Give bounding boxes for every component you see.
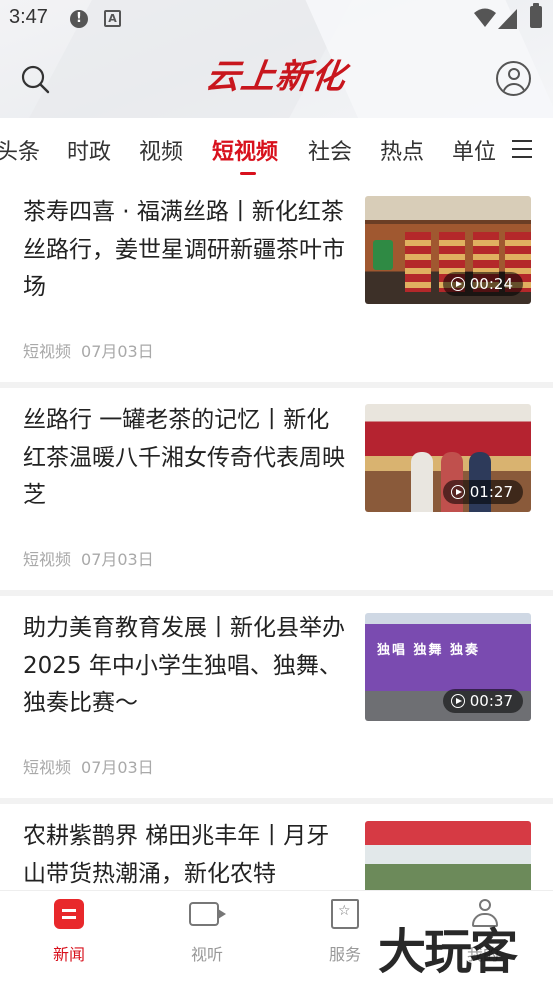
channel-menu-icon[interactable] bbox=[512, 140, 532, 158]
feed-item-source: 短视频 bbox=[23, 758, 72, 777]
watermark: 大玩客 bbox=[378, 924, 518, 980]
feed-item-date: 07月03日 bbox=[81, 342, 154, 361]
tab-hot[interactable]: 热点 bbox=[380, 134, 424, 166]
channel-tabs: 头条 时政 视频 短视频 社会 热点 单位 bbox=[0, 118, 553, 180]
feed-item-title: 助力美育教育发展丨新化县举办 2025 年中小学生独唱、独舞、独奏比赛～ bbox=[23, 615, 345, 716]
feed-item[interactable]: 助力美育教育发展丨新化县举办 2025 年中小学生独唱、独舞、独奏比赛～ 短视频… bbox=[0, 596, 553, 798]
bookmark-star-icon bbox=[331, 899, 359, 929]
signal-icon bbox=[498, 9, 517, 29]
search-icon[interactable] bbox=[20, 64, 50, 94]
status-bar: 3:47 ! A bbox=[0, 0, 553, 36]
feed-item-source: 短视频 bbox=[23, 550, 72, 569]
news-feed[interactable]: 茶寿四喜 · 福满丝路丨新化红茶丝路行，姜世星调研新疆茶叶市场 短视频 07月03… bbox=[0, 180, 553, 890]
tab-society[interactable]: 社会 bbox=[308, 134, 352, 166]
feed-item-title: 农耕紫鹊界 梯田兆丰年丨月牙山带货热潮涌，新化农特 bbox=[23, 823, 330, 887]
feed-item[interactable]: 农耕紫鹊界 梯田兆丰年丨月牙山带货热潮涌，新化农特 bbox=[0, 804, 553, 890]
video-duration: 00:24 bbox=[442, 272, 523, 296]
feed-item[interactable]: 丝路行 一罐老茶的记忆丨新化红茶温暖八千湘女传奇代表周映芝 短视频 07月03日 … bbox=[0, 388, 553, 590]
feed-item-title: 丝路行 一罐老茶的记忆丨新化红茶温暖八千湘女传奇代表周映芝 bbox=[23, 407, 345, 508]
profile-avatar-icon[interactable] bbox=[496, 61, 531, 96]
video-thumbnail[interactable]: 00:24 bbox=[365, 196, 531, 304]
feed-item[interactable]: 茶寿四喜 · 福满丝路丨新化红茶丝路行，姜世星调研新疆茶叶市场 短视频 07月03… bbox=[0, 180, 553, 382]
nav-audiovisual[interactable]: 视听 bbox=[138, 891, 276, 984]
feed-item-title: 茶寿四喜 · 福满丝路丨新化红茶丝路行，姜世星调研新疆茶叶市场 bbox=[23, 199, 345, 300]
active-tab-indicator bbox=[240, 172, 256, 175]
video-duration: 00:37 bbox=[442, 689, 523, 713]
tab-units[interactable]: 单位 bbox=[452, 134, 496, 166]
tab-video[interactable]: 视频 bbox=[139, 134, 183, 166]
video-camera-icon bbox=[189, 902, 226, 926]
video-thumbnail[interactable]: 01:27 bbox=[365, 404, 531, 512]
feed-item-meta: 短视频 07月03日 bbox=[23, 754, 154, 778]
nav-news[interactable]: 新闻 bbox=[0, 891, 138, 984]
wifi-icon bbox=[474, 8, 496, 27]
video-thumbnail[interactable]: 独唱 独舞 独奏 00:37 bbox=[365, 613, 531, 721]
thumbnail-banner-text: 独唱 独舞 独奏 bbox=[377, 643, 481, 658]
feed-item-date: 07月03日 bbox=[81, 758, 154, 777]
play-icon bbox=[450, 485, 465, 499]
header-background: 3:47 ! A 云上新化 bbox=[0, 0, 553, 118]
tab-short-video[interactable]: 短视频 bbox=[212, 134, 278, 166]
play-icon bbox=[450, 277, 465, 291]
news-icon bbox=[54, 899, 84, 929]
tab-headlines[interactable]: 头条 bbox=[0, 134, 40, 166]
app-logo: 云上新化 bbox=[203, 57, 349, 97]
feed-item-date: 07月03日 bbox=[81, 550, 154, 569]
video-thumbnail[interactable] bbox=[365, 821, 531, 890]
alert-icon: ! bbox=[70, 10, 88, 28]
text-notification-icon: A bbox=[104, 10, 121, 27]
play-icon bbox=[450, 694, 465, 708]
status-time: 3:47 bbox=[9, 6, 48, 28]
tab-politics[interactable]: 时政 bbox=[67, 134, 111, 166]
feed-item-meta: 短视频 07月03日 bbox=[23, 338, 154, 362]
feed-item-meta: 短视频 07月03日 bbox=[23, 546, 154, 570]
feed-item-source: 短视频 bbox=[23, 342, 72, 361]
video-duration: 01:27 bbox=[442, 480, 523, 504]
battery-icon bbox=[530, 3, 542, 28]
